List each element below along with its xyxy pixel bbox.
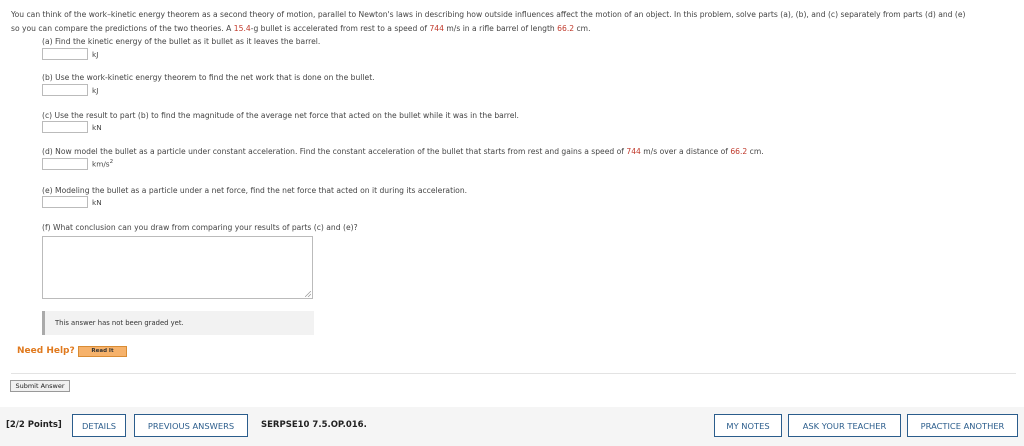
intro-text: m/s in a rifle barrel of length — [443, 24, 558, 33]
part-d-unit-base: km/s — [92, 159, 110, 169]
previous-answers-button[interactable]: PREVIOUS ANSWERS — [134, 414, 248, 437]
intro-line-2: so you can compare the predictions of th… — [11, 22, 1016, 36]
part-c-answer-row: kN — [42, 120, 102, 134]
part-d-unit: km/s2 — [92, 159, 113, 168]
part-e-unit: kN — [92, 197, 102, 207]
speed-value: 744 — [429, 24, 444, 33]
mass-value: 15.4 — [233, 24, 251, 33]
part-d-text: (d) Now model the bullet as a particle u… — [42, 147, 627, 156]
part-b-prompt: (b) Use the work-kinetic energy theorem … — [42, 73, 375, 82]
length-value: 66.2 — [557, 24, 575, 33]
problem-code: SERPSE10 7.5.OP.016. — [261, 420, 367, 430]
part-b-unit: kJ — [92, 85, 99, 95]
resize-grip-icon[interactable] — [305, 291, 311, 297]
part-b-answer-input[interactable] — [42, 84, 88, 96]
intro-text: cm. — [574, 24, 591, 33]
part-d-text: cm. — [747, 147, 764, 156]
ask-your-teacher-button[interactable]: ASK YOUR TEACHER — [788, 414, 901, 437]
part-c-prompt: (c) Use the result to part (b) to find t… — [42, 111, 519, 120]
part-c-unit: kN — [92, 122, 102, 132]
part-d-answer-input[interactable] — [42, 158, 88, 170]
part-f-answer-textarea[interactable] — [42, 236, 313, 299]
part-b-answer-row: kJ — [42, 83, 98, 97]
intro-text: -g bullet is accelerated from rest to a … — [250, 24, 430, 33]
details-button[interactable]: DETAILS — [72, 414, 126, 437]
points-label: [2/2 Points] — [6, 420, 62, 430]
part-a-prompt: (a) Find the kinetic energy of the bulle… — [42, 37, 321, 46]
submit-answer-button[interactable]: Submit Answer — [10, 380, 70, 392]
my-notes-button[interactable]: MY NOTES — [714, 414, 782, 437]
part-c-answer-input[interactable] — [42, 121, 88, 133]
practice-another-button[interactable]: PRACTICE ANOTHER — [907, 414, 1018, 437]
part-d-speed: 744 — [626, 147, 641, 156]
need-help-label: Need Help? — [17, 346, 75, 356]
divider — [11, 373, 1016, 374]
not-graded-note: This answer has not been graded yet. — [42, 311, 314, 335]
part-d-text: m/s over a distance of — [640, 147, 731, 156]
problem-statement: You can think of the work–kinetic energy… — [11, 8, 1016, 36]
intro-text: so you can compare the predictions of th… — [11, 24, 234, 33]
part-d-distance: 66.2 — [730, 147, 748, 156]
part-e-answer-input[interactable] — [42, 196, 88, 208]
part-f-prompt: (f) What conclusion can you draw from co… — [42, 223, 358, 232]
part-d-unit-exponent: 2 — [109, 159, 114, 166]
part-e-answer-row: kN — [42, 195, 102, 209]
part-a-answer-row: kJ — [42, 47, 98, 61]
part-d-answer-row: km/s2 — [42, 157, 113, 171]
part-d-prompt: (d) Now model the bullet as a particle u… — [42, 147, 764, 156]
part-a-answer-input[interactable] — [42, 48, 88, 60]
part-e-prompt: (e) Modeling the bullet as a particle un… — [42, 186, 468, 195]
read-it-button[interactable]: Read It — [78, 346, 127, 357]
part-a-unit: kJ — [92, 49, 99, 59]
intro-line-1: You can think of the work–kinetic energy… — [11, 10, 966, 19]
